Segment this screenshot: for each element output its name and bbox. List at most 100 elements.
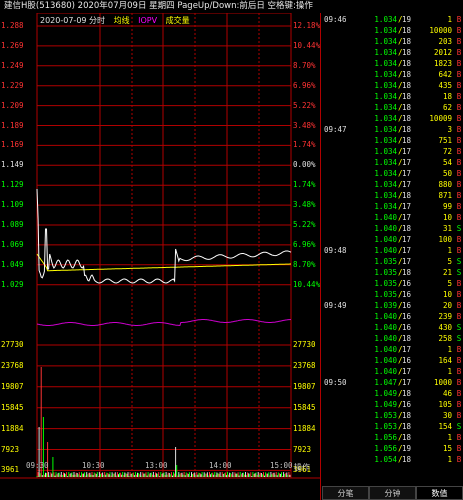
operation-label[interactable]: 操作 (294, 462, 310, 473)
volume-axis-label: 7923 (1, 444, 20, 454)
percent-axis-label: 6.96% (293, 239, 316, 249)
tick-volume: 880 (438, 180, 452, 189)
tick-second: 16 (402, 323, 412, 332)
tick-side: B (456, 37, 462, 46)
tick-side: B (456, 136, 462, 145)
tick-second: 17 (402, 169, 412, 178)
price-axis-label: 1.049 (1, 259, 24, 269)
tick-row: 1.034/18 642 B (322, 69, 463, 80)
tick-volume: 1 (447, 246, 452, 255)
tick-second: 18 (402, 224, 412, 233)
tick-time: 09:47 (324, 125, 347, 134)
tab-ticks[interactable]: 分笔 (322, 486, 369, 500)
tick-row: 1.034/18 871 B (322, 190, 463, 201)
tick-second: 18 (402, 37, 412, 46)
tab-values[interactable]: 数值 (416, 486, 463, 500)
price-axis-label: 1.069 (1, 239, 24, 249)
tick-row: 1.034/18 10000 B (322, 25, 463, 36)
tick-price: 1.035 (374, 257, 397, 266)
tick-side: B (456, 103, 462, 112)
tick-row: 1.040/17 100 B (322, 234, 463, 245)
panel-divider (320, 13, 321, 500)
tick-row: 1.035/16 5 B (322, 278, 463, 289)
tick-list[interactable]: 09:46 1.034/19 1 B 1.034/18 10000 B 1.034/18 203… (322, 13, 463, 478)
price-axis-label: 1.209 (1, 100, 24, 110)
tick-second: 16 (402, 290, 412, 299)
time-axis-label: 13:00 (145, 461, 168, 470)
tick-second: 18 (402, 268, 412, 277)
tick-side: B (456, 367, 462, 376)
window-title: 建信H股(513680) 2020年07月09日 星期四 PageUp/Down… (0, 0, 463, 13)
tick-volume: 1 (447, 345, 452, 354)
tick-row: 1.035/18 21 S (322, 267, 463, 278)
percent-axis-label: 1.74% (293, 140, 316, 150)
tick-second: 18 (402, 103, 412, 112)
tick-side: S (456, 323, 462, 332)
tick-price: 1.040 (374, 356, 397, 365)
tick-price: 1.049 (374, 400, 397, 409)
tick-price: 1.034 (374, 103, 397, 112)
tick-side: B (456, 15, 462, 24)
tick-second: 16 (402, 312, 412, 321)
tick-row: 1.040/16 430 S (322, 322, 463, 333)
tick-row: 1.049/18 46 B (322, 388, 463, 399)
tick-side: B (456, 202, 462, 211)
legend-iopv: IOPV (138, 16, 158, 25)
tick-row: 09:47 1.034/18 3 B (322, 124, 463, 135)
tick-price: 1.035 (374, 290, 397, 299)
percent-axis-label: 1.74% (293, 180, 316, 190)
tick-second: 18 (402, 26, 412, 35)
price-axis-label: 1.109 (1, 200, 24, 210)
tick-side: B (456, 235, 462, 244)
price-line (36, 188, 292, 284)
tick-side: B (456, 158, 462, 167)
tick-volume: 72 (442, 147, 452, 156)
tick-second: 18 (402, 389, 412, 398)
tick-side: B (456, 125, 462, 134)
tick-second: 17 (402, 180, 412, 189)
tick-second: 17 (402, 367, 412, 376)
tick-row: 1.034/18 2012 B (322, 47, 463, 58)
tick-side: B (456, 455, 462, 464)
tick-volume: 239 (438, 312, 452, 321)
tick-side: B (456, 59, 462, 68)
tick-volume: 31 (442, 224, 452, 233)
tick-price: 1.040 (374, 345, 397, 354)
tick-side: S (456, 268, 462, 277)
tick-row: 1.053/18 30 B (322, 410, 463, 421)
tick-volume: 642 (438, 70, 452, 79)
tick-volume: 30 (442, 411, 452, 420)
tick-side: B (456, 81, 462, 90)
percent-axis-label: 6.96% (293, 80, 316, 90)
intraday-chart[interactable] (0, 13, 320, 500)
tick-volume: 751 (438, 136, 452, 145)
iopv-line (36, 319, 292, 327)
tick-second: 16 (402, 356, 412, 365)
grid-lines (0, 13, 320, 479)
volume-axis-label: 11884 (1, 423, 24, 433)
time-axis-label: 09:30 (26, 461, 49, 470)
tick-second: 16 (402, 301, 412, 310)
tick-row: 09:50 1.047/17 1000 B (322, 377, 463, 388)
percent-axis-label: 10.44% (293, 40, 321, 50)
tick-second: 16 (402, 400, 412, 409)
tab-minutes[interactable]: 分钟 (369, 486, 416, 500)
tick-second: 18 (402, 92, 412, 101)
tick-row: 09:46 1.034/19 1 B (322, 14, 463, 25)
tick-second: 17 (402, 257, 412, 266)
tick-second: 17 (402, 345, 412, 354)
tick-price: 1.034 (374, 191, 397, 200)
tick-row: 09:48 1.040/17 1 B (322, 245, 463, 256)
tick-price: 1.056 (374, 433, 397, 442)
tick-second: 18 (402, 81, 412, 90)
tick-side: S (456, 422, 462, 431)
tick-row: 1.049/16 105 B (322, 399, 463, 410)
chart-legend: 2020-07-09 分时 均线 IOPV 成交量 (40, 15, 196, 26)
tick-row: 1.034/18 18 B (322, 91, 463, 102)
tick-row: 09:49 1.039/16 20 B (322, 300, 463, 311)
tick-price: 1.040 (374, 323, 397, 332)
tick-second: 17 (402, 378, 412, 387)
price-axis-label: 1.169 (1, 140, 24, 150)
volume-axis-label: 15845 (1, 402, 24, 412)
tick-volume: 10 (442, 290, 452, 299)
